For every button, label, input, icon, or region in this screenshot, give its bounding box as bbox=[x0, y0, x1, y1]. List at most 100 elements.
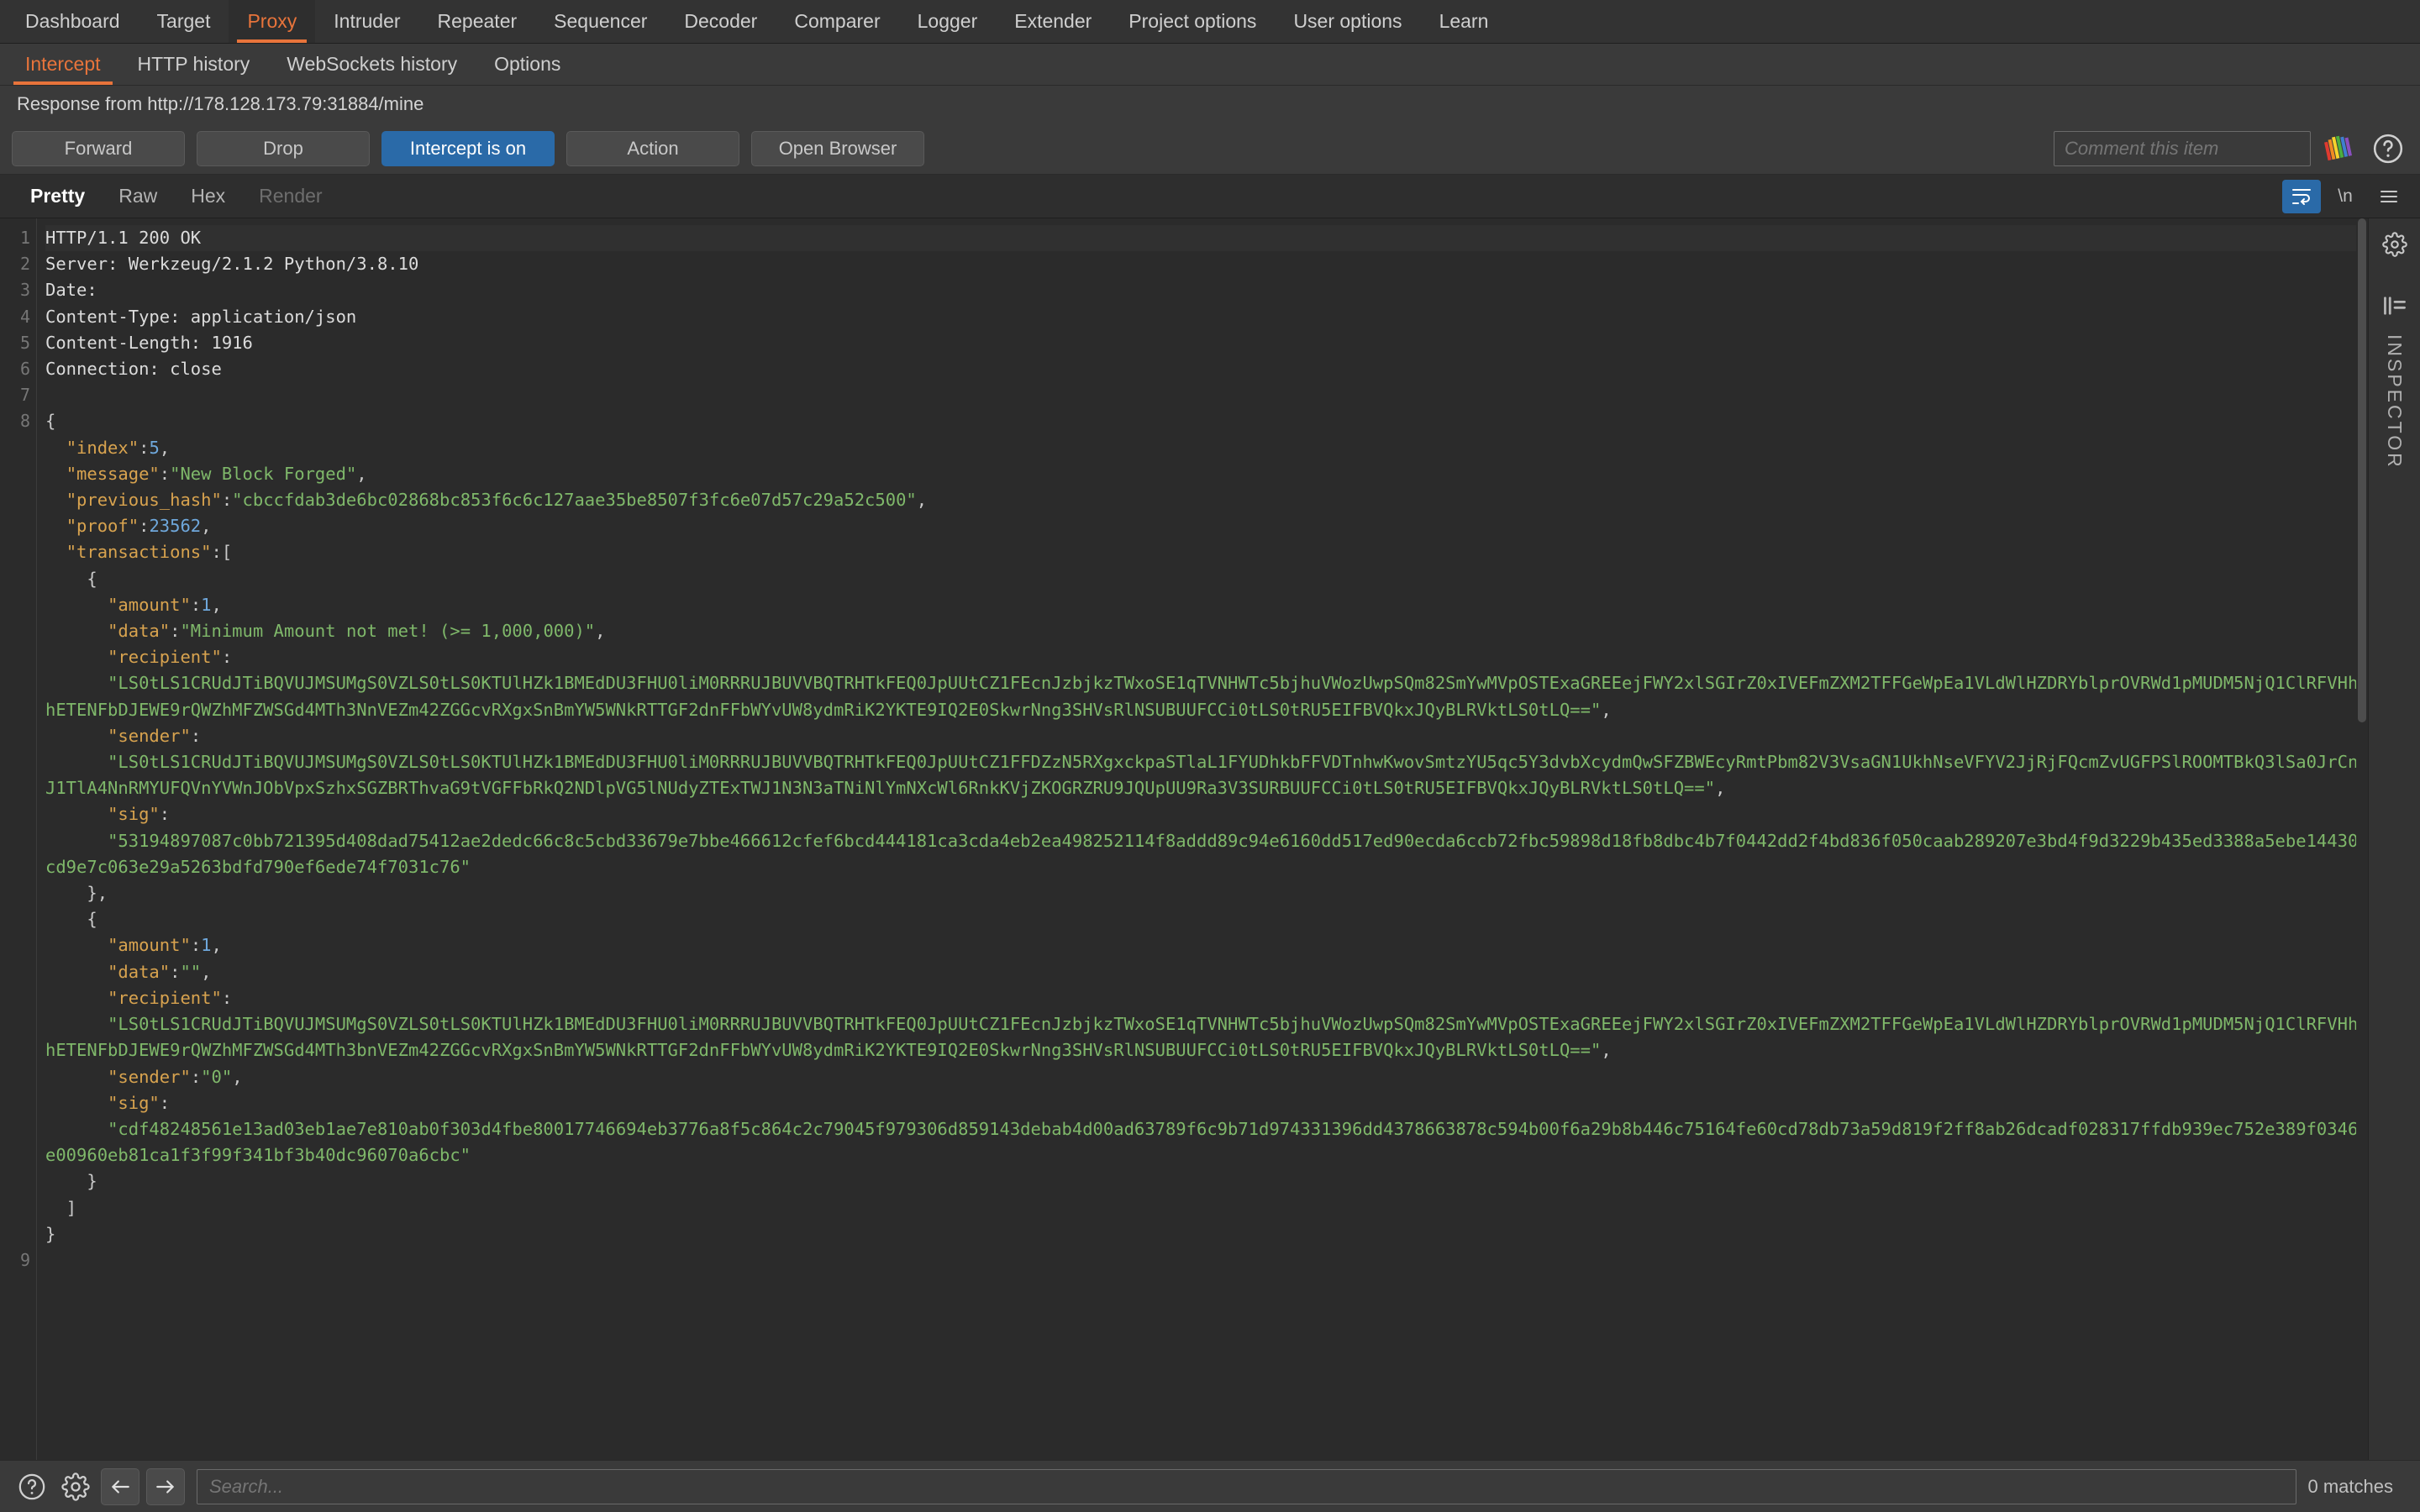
line-number bbox=[0, 487, 30, 513]
line-number: 3 bbox=[19, 280, 30, 301]
main-tab-intruder[interactable]: Intruder bbox=[315, 0, 418, 43]
inspector-rail[interactable]: INSPECTOR bbox=[2368, 218, 2420, 1460]
sub-tab-intercept[interactable]: Intercept bbox=[7, 44, 119, 85]
action-button[interactable]: Action bbox=[566, 130, 739, 166]
editor-view-tabs: Pretty Raw Hex Render \n bbox=[0, 175, 2420, 218]
comment-input[interactable] bbox=[2054, 130, 2311, 166]
line-number: 9 bbox=[19, 1249, 30, 1270]
line-number: 2 bbox=[19, 254, 30, 275]
line-number: 7 bbox=[19, 385, 30, 406]
code-line: { bbox=[45, 909, 97, 930]
sub-tab-options[interactable]: Options bbox=[476, 44, 579, 85]
editor-tab-raw[interactable]: Raw bbox=[102, 175, 174, 218]
search-input[interactable] bbox=[197, 1468, 2296, 1504]
editor-body: 1 2 3 4 5 6 7 8 9 HTTP/1.1 200 OK Server: Werkze… bbox=[0, 218, 2420, 1460]
main-tab-repeater[interactable]: Repeater bbox=[419, 0, 536, 43]
code-line: { bbox=[45, 411, 56, 432]
code-line: "data":"Minimum Amount not met! (>= 1,00… bbox=[45, 621, 606, 642]
line-number bbox=[0, 644, 30, 670]
editor-tab-hex[interactable]: Hex bbox=[174, 175, 242, 218]
help-circle-icon[interactable] bbox=[2368, 129, 2408, 169]
highlighter-icon[interactable] bbox=[2319, 129, 2360, 169]
sub-tab-websockets-history[interactable]: WebSockets history bbox=[268, 44, 476, 85]
main-tab-bar: Dashboard Target Proxy Intruder Repeater Sequ… bbox=[0, 0, 2420, 44]
line-number bbox=[0, 566, 30, 592]
line-number bbox=[0, 932, 30, 958]
code-line: "sender":"0", bbox=[45, 1066, 243, 1087]
main-tab-proxy[interactable]: Proxy bbox=[229, 0, 316, 43]
code-line: "LS0tLS1CRUdJTiBQVUJMSUMgS0VZLS0tLS0KTUl… bbox=[45, 673, 2359, 720]
code-line: "index":5, bbox=[45, 437, 171, 458]
code-line: { bbox=[45, 568, 97, 589]
code-line: Content-Length: 1916 bbox=[45, 332, 253, 353]
main-tab-extender[interactable]: Extender bbox=[996, 0, 1110, 43]
code-line: "previous_hash":"cbccfdab3de6bc02868bc85… bbox=[45, 490, 928, 511]
code-line: Content-Type: application/json bbox=[45, 306, 357, 327]
search-next-button[interactable] bbox=[146, 1467, 185, 1505]
line-number bbox=[0, 880, 30, 906]
sub-tab-http-history[interactable]: HTTP history bbox=[119, 44, 269, 85]
response-code-content[interactable]: HTTP/1.1 200 OK Server: Werkzeug/2.1.2 P… bbox=[37, 218, 2368, 1460]
code-line: HTTP/1.1 200 OK bbox=[45, 225, 2368, 252]
main-tab-learn[interactable]: Learn bbox=[1421, 0, 1507, 43]
intercept-action-toolbar: Forward Drop Intercept is on Action Open… bbox=[0, 123, 2420, 175]
line-number bbox=[0, 539, 30, 565]
line-number bbox=[0, 749, 30, 801]
code-line: Date: bbox=[45, 280, 108, 301]
code-line: "sender": bbox=[45, 725, 202, 746]
code-line: "LS0tLS1CRUdJTiBQVUJMSUMgS0VZLS0tLS0KTUl… bbox=[45, 1014, 2359, 1061]
response-editor[interactable]: 1 2 3 4 5 6 7 8 9 HTTP/1.1 200 OK Server: Werkze… bbox=[0, 218, 2368, 1460]
code-line: "sig": bbox=[45, 1092, 171, 1113]
code-line: Connection: close bbox=[45, 359, 222, 380]
open-browser-button[interactable]: Open Browser bbox=[751, 130, 924, 166]
code-line: "cdf48248561e13ad03eb1ae7e810ab0f303d4fb… bbox=[45, 1118, 2359, 1166]
line-number: 5 bbox=[19, 332, 30, 353]
editor-vertical-scrollbar[interactable] bbox=[2356, 218, 2368, 1460]
code-line: Server: Werkzeug/2.1.2 Python/3.8.10 bbox=[45, 254, 419, 275]
main-tab-decoder[interactable]: Decoder bbox=[666, 0, 776, 43]
main-tab-target[interactable]: Target bbox=[139, 0, 229, 43]
response-source-label: Response from http://178.128.173.79:3188… bbox=[17, 93, 424, 114]
line-number: 4 bbox=[19, 306, 30, 327]
code-line: "LS0tLS1CRUdJTiBQVUJMSUMgS0VZLS0tLS0KTUl… bbox=[45, 752, 2359, 799]
proxy-sub-tab-bar: Intercept HTTP history WebSockets history O… bbox=[0, 44, 2420, 86]
code-line: "amount":1, bbox=[45, 935, 222, 956]
line-number bbox=[0, 801, 30, 827]
line-number bbox=[0, 959, 30, 985]
line-number: 8 bbox=[19, 411, 30, 432]
main-tab-logger[interactable]: Logger bbox=[899, 0, 997, 43]
scrollbar-thumb[interactable] bbox=[2358, 218, 2366, 722]
main-tab-user-options[interactable]: User options bbox=[1275, 0, 1420, 43]
gear-icon[interactable] bbox=[57, 1468, 94, 1505]
main-tab-dashboard[interactable]: Dashboard bbox=[7, 0, 139, 43]
forward-button[interactable]: Forward bbox=[12, 130, 185, 166]
code-line: "proof":23562, bbox=[45, 516, 212, 537]
editor-tab-pretty[interactable]: Pretty bbox=[13, 175, 102, 218]
main-tab-project-options[interactable]: Project options bbox=[1110, 0, 1275, 43]
line-number bbox=[0, 723, 30, 749]
newline-toggle[interactable]: \n bbox=[2326, 180, 2365, 213]
main-tab-sequencer[interactable]: Sequencer bbox=[535, 0, 666, 43]
inspector-bars-icon bbox=[2382, 295, 2407, 321]
line-number bbox=[0, 828, 30, 880]
code-line: "amount":1, bbox=[45, 594, 222, 615]
drop-button[interactable]: Drop bbox=[197, 130, 370, 166]
line-number bbox=[0, 513, 30, 539]
help-circle-icon[interactable] bbox=[13, 1468, 50, 1505]
word-wrap-icon[interactable] bbox=[2282, 179, 2321, 213]
line-number bbox=[0, 592, 30, 618]
line-number bbox=[0, 1221, 30, 1247]
code-line: "sig": bbox=[45, 804, 171, 825]
code-line: }, bbox=[45, 883, 108, 904]
main-tab-comparer[interactable]: Comparer bbox=[776, 0, 898, 43]
intercept-toggle-button[interactable]: Intercept is on bbox=[381, 130, 555, 166]
search-previous-button[interactable] bbox=[101, 1467, 139, 1505]
line-number bbox=[0, 985, 30, 1011]
hamburger-menu-icon[interactable] bbox=[2370, 180, 2408, 213]
code-line: } bbox=[45, 1223, 56, 1244]
code-line: "53194897087c0bb721395d408dad75412ae2ded… bbox=[45, 830, 2359, 877]
line-number bbox=[0, 461, 30, 487]
gear-icon[interactable] bbox=[2381, 232, 2407, 261]
